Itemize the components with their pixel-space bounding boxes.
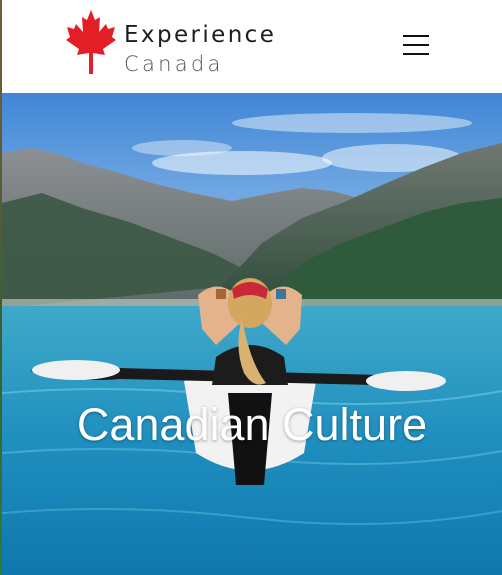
hero-title: Canadian Culture (76, 399, 428, 450)
hero-image (2, 93, 502, 575)
site-header: Experience Canada (2, 0, 502, 93)
hamburger-menu-icon[interactable] (403, 33, 431, 59)
brand-name-line2: Canada (124, 52, 224, 76)
hero-banner: Canadian Culture (2, 93, 502, 575)
maple-leaf-icon (66, 10, 116, 74)
brand-name-line1: Experience (124, 22, 277, 48)
site-logo[interactable]: Experience Canada (66, 10, 274, 76)
